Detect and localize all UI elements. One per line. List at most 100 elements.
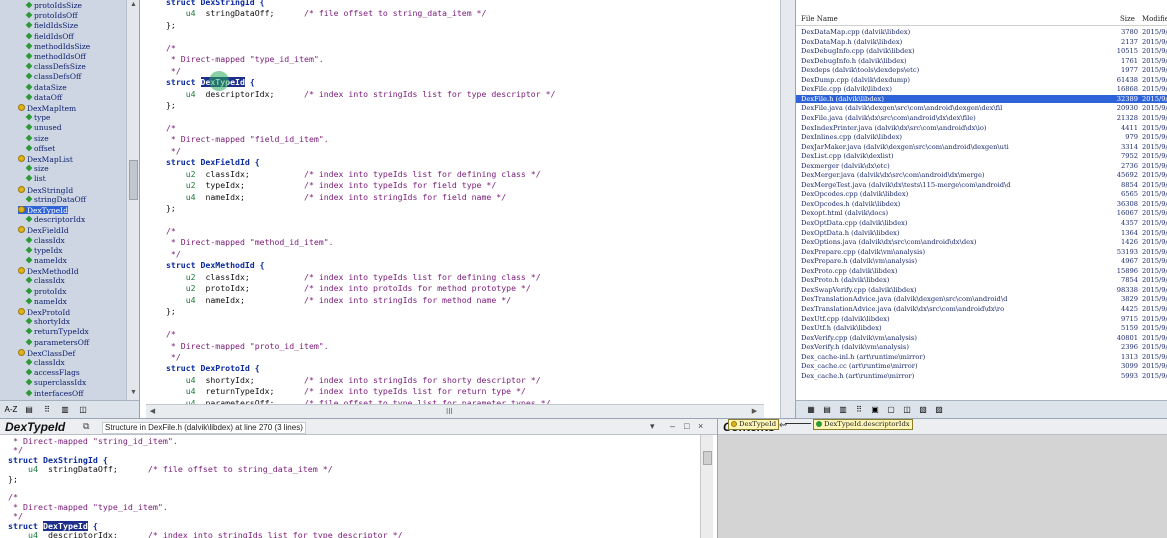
context-scrollbar[interactable] (700, 435, 713, 538)
file-row[interactable]: DexVerify.h (dalvik\vm\analysis) 2396 2015… (796, 343, 1167, 351)
relation-node-child[interactable]: DexTypeId.descriptorIdx (813, 419, 913, 430)
tree-toolbar-icon[interactable]: ◫ (76, 403, 90, 416)
tree-struct-item[interactable]: DexMapList (18, 155, 73, 164)
tree-field-item[interactable]: size (25, 165, 49, 173)
tree-field-item[interactable]: methodIdsSize (25, 42, 90, 51)
minimize-icon[interactable]: – (670, 421, 675, 431)
file-row[interactable]: DexVerify.cpp (dalvik\vm\analysis) 40801 2… (796, 334, 1167, 342)
tree-field-item[interactable]: accessFlags (25, 369, 80, 377)
tree-field-item[interactable]: interfacesOff (25, 389, 83, 398)
tree-field-item[interactable]: shortyIdx (25, 318, 70, 326)
file-toolbar-icon[interactable]: ▦ (804, 403, 818, 416)
file-row[interactable]: DexDebugInfo.h (dalvik\libdex) 1761 2015/9… (796, 57, 1167, 65)
file-toolbar-icon[interactable]: ◫ (900, 403, 914, 416)
file-row[interactable]: DexOptData.h (dalvik\libdex) 1364 2015/9/ (796, 229, 1167, 237)
file-row[interactable]: DexJarMaker.java (dalvik\dexgen\src\com\… (796, 143, 1167, 151)
context-scroll-thumb[interactable] (703, 451, 712, 465)
tree-struct-item[interactable]: DexClassDef (18, 348, 75, 357)
tree-field-item[interactable]: protoIdsOff (25, 12, 78, 20)
file-row[interactable]: DexProto.h (dalvik\libdex) 7854 2015/9/ (796, 276, 1167, 284)
close-icon[interactable]: × (698, 421, 703, 431)
tree-field-item[interactable]: classDefsSize (25, 63, 86, 71)
file-row[interactable]: DexTranslationAdvice.java (dalvik\dx\src… (796, 305, 1167, 313)
tree-field-item[interactable]: classIdx (25, 277, 65, 285)
file-row[interactable]: DexUtf.h (dalvik\libdex) 5159 2015/9/ (796, 324, 1167, 332)
file-row[interactable]: DexDebugInfo.cpp (dalvik\libdex) 10515 201… (796, 47, 1167, 55)
tree-struct-item[interactable]: DexStringId (18, 185, 73, 194)
tree-field-item[interactable]: fieldIdsSize (25, 22, 78, 30)
relation-link-icon[interactable]: ⇜ (779, 420, 787, 431)
tree-struct-item[interactable]: DexMethodId (18, 267, 79, 276)
tree-struct-item[interactable]: DexProtoId (18, 308, 70, 317)
tree-field-item[interactable]: size (25, 134, 49, 143)
file-toolbar-icon[interactable]: ⠿ (852, 403, 866, 416)
scroll-right-arrow-icon[interactable]: ▶ (750, 407, 759, 416)
file-row[interactable]: DexInlines.cpp (dalvik\libdex) 979 2015/9/ (796, 133, 1167, 141)
tree-scroll-thumb[interactable] (129, 160, 138, 200)
tree-field-item[interactable]: nameIdx (25, 297, 67, 306)
col-size[interactable]: Size (1120, 15, 1135, 23)
context-sync-icon[interactable]: ⧉ (83, 421, 89, 432)
file-row[interactable]: DexMergeTest.java (dalvik\dx\tests\115-m… (796, 181, 1167, 189)
file-row[interactable]: DexProto.cpp (dalvik\libdex) 15896 2015/9/ (796, 267, 1167, 275)
file-toolbar-icon[interactable]: ▧ (916, 403, 930, 416)
tree-field-item[interactable]: typeIdx (25, 246, 62, 255)
file-toolbar-icon[interactable]: ▢ (884, 403, 898, 416)
tree-field-item[interactable]: fieldIdsOff (25, 32, 74, 41)
dropdown-icon[interactable]: ▾ (650, 421, 655, 432)
col-file-name[interactable]: File Name (801, 15, 838, 23)
file-row[interactable]: Dexmerger (dalvik\dx\etc) 2736 2015/9/ (796, 162, 1167, 170)
file-row[interactable]: DexOptions.java (dalvik\dx\src\com\andro… (796, 238, 1167, 246)
tree-field-item[interactable]: stringDataOff (25, 195, 86, 204)
tree-toolbar-icon[interactable]: ▤ (22, 403, 36, 416)
file-row[interactable]: Dex_cache.h (art\runtime\mirror) 5993 2015… (796, 372, 1167, 380)
tree-field-item[interactable]: nameIdx (25, 257, 67, 265)
scroll-grip-icon[interactable]: III (446, 407, 453, 416)
file-row[interactable]: DexSwapVerify.cpp (dalvik\libdex) 98338 20… (796, 286, 1167, 294)
tree-field-item[interactable]: classIdx (25, 236, 65, 245)
tree-field-item[interactable]: classDefsOff (25, 73, 81, 81)
file-row[interactable]: Dex_cache-inl.h (art\runtime\mirror) 1313… (796, 353, 1167, 361)
file-row[interactable]: DexIndexPrinter.java (dalvik\dx\src\com\… (796, 124, 1167, 132)
file-row[interactable]: DexDataMap.h (dalvik\libdex) 2137 2015/9/ (796, 38, 1167, 46)
scroll-left-arrow-icon[interactable]: ◀ (148, 407, 157, 416)
file-toolbar-icon[interactable]: ▣ (868, 403, 882, 416)
tree-field-item[interactable]: protoIdx (25, 287, 66, 296)
tree-field-item[interactable]: methodIdsOff (25, 53, 86, 61)
scroll-up-arrow-icon[interactable]: ▲ (129, 0, 138, 9)
tree-field-item[interactable]: list (25, 175, 46, 183)
file-row[interactable]: DexFile.java (dalvik\dx\src\com\android\… (796, 114, 1167, 122)
tree-field-item[interactable]: unused (25, 124, 62, 132)
tree-struct-item[interactable]: DexFieldId (18, 226, 69, 235)
tree-scrollbar[interactable]: ▲ ▼ (126, 0, 139, 418)
file-row[interactable]: DexFile.h (dalvik\libdex) 32389 2015/9/ (796, 94, 1167, 103)
file-row[interactable]: DexDataMap.cpp (dalvik\libdex) 3780 2015/9… (796, 28, 1167, 36)
file-row[interactable]: Dex_cache.cc (art\runtime\mirror) 3099 201… (796, 362, 1167, 370)
sort-az-icon[interactable]: A-Z (4, 403, 18, 416)
file-row[interactable]: DexDump.cpp (dalvik\dexdump) 61438 2015/9/ (796, 76, 1167, 84)
scroll-down-arrow-icon[interactable]: ▼ (129, 388, 138, 397)
tree-field-item[interactable]: dataOff (25, 93, 62, 102)
tree-field-item[interactable]: superclassIdx (25, 379, 86, 387)
col-modified[interactable]: Modifie (1142, 15, 1167, 23)
file-row[interactable]: Dexdeps (dalvik\tools\dexdeps\etc) 1977 20… (796, 66, 1167, 74)
relation-node-root[interactable]: DexTypeId (728, 419, 780, 430)
file-row[interactable]: DexTranslationAdvice.java (dalvik\dexgen… (796, 295, 1167, 303)
code-horizontal-scrollbar[interactable]: ◀ III ▶ (146, 404, 764, 418)
file-row[interactable]: DexUtf.cpp (dalvik\libdex) 9715 2015/9/ (796, 315, 1167, 323)
file-row[interactable]: DexPrepare.cpp (dalvik\vm\analysis) 53193… (796, 248, 1167, 256)
file-row[interactable]: DexList.cpp (dalvik\dexlist) 7952 2015/9/ (796, 152, 1167, 160)
tree-field-item[interactable]: protoIdsSize (25, 2, 82, 10)
file-row[interactable]: Dexopt.html (dalvik\docs) 16067 2015/9/ (796, 209, 1167, 217)
tree-field-item[interactable]: dataSize (25, 83, 67, 92)
tree-field-item[interactable]: classIdx (25, 359, 65, 367)
code-editor[interactable]: struct DexStringId { u4 stringDataOff; /… (140, 0, 780, 418)
file-row[interactable]: DexPrepare.h (dalvik\vm\analysis) 4967 201… (796, 257, 1167, 265)
file-row[interactable]: DexOpcodes.cpp (dalvik\libdex) 6565 2015/9… (796, 190, 1167, 198)
file-row[interactable]: DexOpcodes.h (dalvik\libdex) 36308 2015/9/ (796, 200, 1167, 208)
tree-struct-item[interactable]: DexMapItem (18, 104, 76, 113)
file-row[interactable]: DexFile.cpp (dalvik\libdex) 16868 2015/9/ (796, 85, 1167, 93)
tree-field-item[interactable]: returnTypeIdx (25, 328, 89, 336)
tree-toolbar-icon[interactable]: ▥ (58, 403, 72, 416)
tree-field-item[interactable]: offset (25, 144, 55, 153)
